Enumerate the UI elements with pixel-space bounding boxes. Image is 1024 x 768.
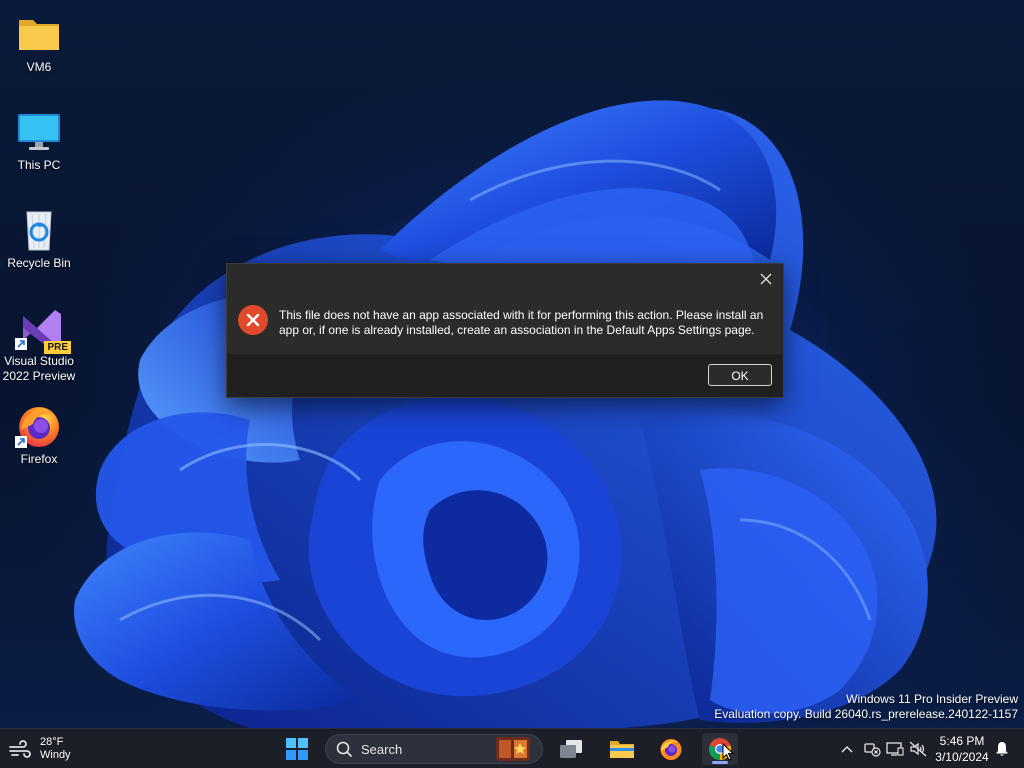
weather-condition: Windy [40,749,71,761]
clock-date: 3/10/2024 [935,750,989,764]
network-disconnected-icon [864,743,881,757]
file-explorer-icon [610,741,634,758]
desktop-icon-label: Visual Studio 2022 Preview [2,354,76,383]
close-icon [760,273,772,285]
display-icon [886,742,904,756]
folder-icon [15,10,63,58]
desktop-icon-this-pc[interactable]: This PC [1,108,77,173]
desktop-icon-label: Firefox [20,452,58,466]
show-hidden-icons-button[interactable] [838,729,856,768]
firefox-icon [660,739,682,760]
ok-button[interactable]: OK [708,364,772,386]
watermark-edition: Windows 11 Pro Insider Preview [846,692,1018,706]
error-icon [238,305,268,335]
clock-time: 5:46 PM [939,734,985,748]
weather-widget[interactable]: 28°F Windy [8,735,71,763]
task-view-icon [560,740,582,758]
volume-muted-icon [909,741,927,757]
mouse-cursor-icon [722,743,734,761]
dialog-footer: OK [227,354,783,397]
weather-temperature: 28°F [40,736,64,748]
active-app-indicator [712,761,728,764]
desktop-icon-vm6[interactable]: VM6 [1,10,77,75]
desktop-icon-label: VM6 [26,60,52,74]
desktop-icon-recycle-bin[interactable]: Recycle Bin [1,206,77,271]
pre-badge: PRE [44,341,71,354]
file-explorer-button[interactable] [604,733,640,765]
start-button[interactable] [279,733,315,765]
display-button[interactable] [884,729,906,768]
network-button[interactable] [860,729,884,768]
search-placeholder: Search [361,742,403,757]
start-icon [286,738,308,760]
desktop-icon-label: Recycle Bin [7,256,71,270]
visual-studio-icon: PRE [15,304,71,354]
notifications-button[interactable] [992,729,1012,768]
desktop-icon-firefox[interactable]: Firefox [1,402,77,467]
taskbar: 28°F Windy Search 5:46 PM 3/10/2024 [0,728,1024,768]
watermark-build: Evaluation copy. Build 26040.rs_prerelea… [714,707,1018,721]
task-view-button[interactable] [553,733,589,765]
desktop-icon-label: This PC [17,158,61,172]
error-dialog: This file does not have an app associate… [226,263,784,398]
clock[interactable]: 5:46 PM 3/10/2024 [926,733,998,765]
taskbar-firefox-button[interactable] [653,733,689,765]
recycle-bin-icon [15,206,63,254]
search-highlight-image [496,737,530,761]
firefox-icon [15,402,63,450]
chevron-up-icon [841,746,853,753]
build-watermark: Windows 11 Pro Insider Preview Evaluatio… [714,692,1018,722]
search-icon [336,741,352,757]
dialog-message: This file does not have an app associate… [279,308,764,337]
monitor-icon [15,108,63,156]
search-input[interactable]: Search [325,734,543,764]
desktop-icon-visual-studio[interactable]: PRE Visual Studio 2022 Preview [1,304,77,384]
close-button[interactable] [753,266,779,292]
bell-icon [996,742,1008,756]
wind-icon [9,740,31,758]
taskbar-chrome-button[interactable] [702,733,738,765]
